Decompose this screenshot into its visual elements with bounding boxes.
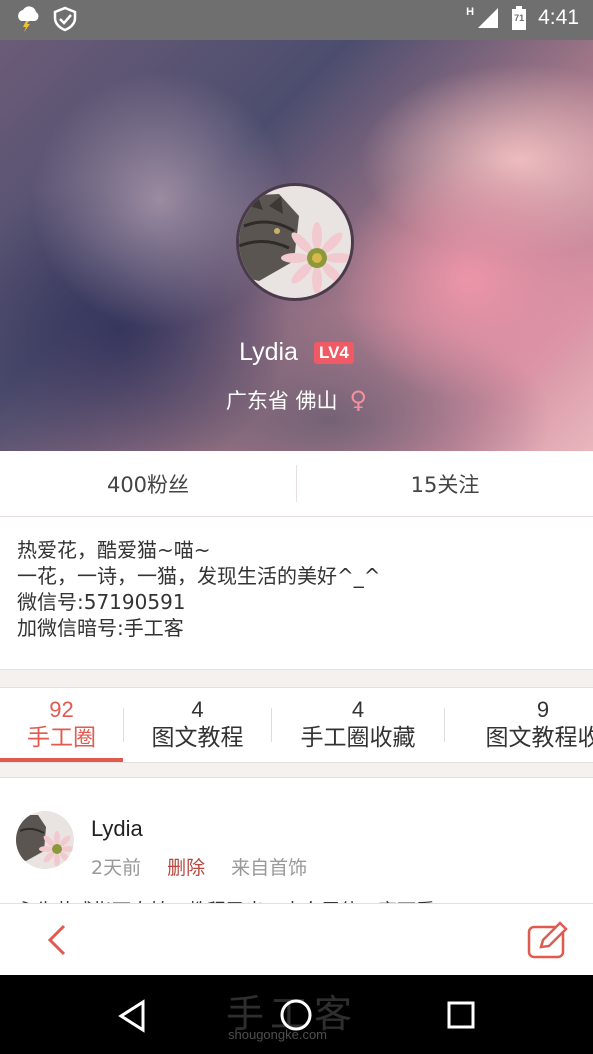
square-recents-icon (447, 1001, 475, 1029)
delete-button[interactable]: 删除 (167, 853, 205, 880)
post-meta: 2天前 删除 来自首饰 (91, 853, 307, 880)
system-nav-bar: 手工客 shougongke.com (0, 975, 593, 1054)
tab-count: 4 (351, 697, 365, 722)
back-button[interactable] (38, 922, 74, 958)
tab-tutorials[interactable]: 4 图文教程 (124, 688, 271, 762)
nav-recents-button[interactable] (441, 995, 481, 1035)
compose-button[interactable] (526, 920, 570, 960)
post-author-name[interactable]: Lydia (91, 816, 143, 842)
tab-label: 手工圈收藏 (300, 725, 416, 751)
post-author-avatar[interactable] (16, 811, 74, 869)
profile-location: 广东省 佛山 (225, 389, 338, 413)
edit-icon (527, 921, 568, 959)
network-type: H (466, 6, 475, 18)
fans-count[interactable]: 400粉丝 (0, 451, 296, 516)
status-bar: H 71 4:41 (0, 0, 593, 40)
level-badge: LV4 (313, 341, 354, 364)
profile-header: Lydia LV4 广东省 佛山 ♀ (0, 40, 593, 451)
bio-section: 热爱花，酷爱猫~喵~ 一花，一诗，一猫，发现生活的美好^_^ 微信号:57190… (0, 517, 593, 670)
tab-tutorial-favorites[interactable]: 9 图文教程收 (445, 688, 593, 762)
gender-female-icon: ♀ (349, 386, 368, 414)
tab-handmade-circle[interactable]: 92 手工圈 (0, 688, 123, 762)
signal-icon: H (466, 6, 500, 30)
tab-label: 图文教程收 (485, 725, 593, 751)
stats-bar: 400粉丝 15关注 (0, 451, 593, 517)
bottom-action-bar (0, 903, 593, 976)
nav-home-button[interactable] (276, 995, 316, 1035)
nav-back-button[interactable] (112, 996, 152, 1036)
bio-line: 加微信暗号:手工客 (17, 616, 184, 640)
tab-label: 图文教程 (151, 725, 244, 751)
post-time: 2天前 (91, 857, 142, 879)
circle-home-icon (280, 999, 312, 1031)
bio-line: 一花，一诗，一猫，发现生活的美好^_^ (17, 564, 381, 588)
tab-count: 4 (191, 697, 204, 722)
battery-level: 71 (514, 13, 525, 23)
chevron-left-icon (47, 924, 66, 956)
avatar[interactable] (236, 183, 354, 301)
status-time: 4:41 (538, 6, 579, 29)
profile-location-row: 广东省 佛山 ♀ (0, 385, 593, 415)
content-tabs: 92 手工圈 4 图文教程 4 手工圈收藏 9 图文教程收 (0, 687, 593, 763)
tab-label: 手工圈 (27, 725, 96, 751)
triangle-back-icon (118, 999, 145, 1033)
tab-circle-favorites[interactable]: 4 手工圈收藏 (272, 688, 444, 762)
bio-line: 热爱花，酷爱猫~喵~ (17, 538, 211, 562)
following-count[interactable]: 15关注 (297, 451, 593, 516)
profile-name-row: Lydia LV4 (0, 338, 593, 367)
post-source[interactable]: 来自首饰 (231, 853, 307, 880)
tab-count: 9 (536, 697, 550, 722)
profile-name: Lydia (239, 338, 298, 366)
bio-line: 微信号:57190591 (17, 590, 186, 614)
battery-icon: 71 (510, 5, 528, 31)
active-tab-indicator (0, 758, 123, 762)
weather-storm-icon (14, 6, 42, 32)
tab-count: 92 (49, 697, 74, 722)
shield-check-icon (52, 6, 78, 32)
